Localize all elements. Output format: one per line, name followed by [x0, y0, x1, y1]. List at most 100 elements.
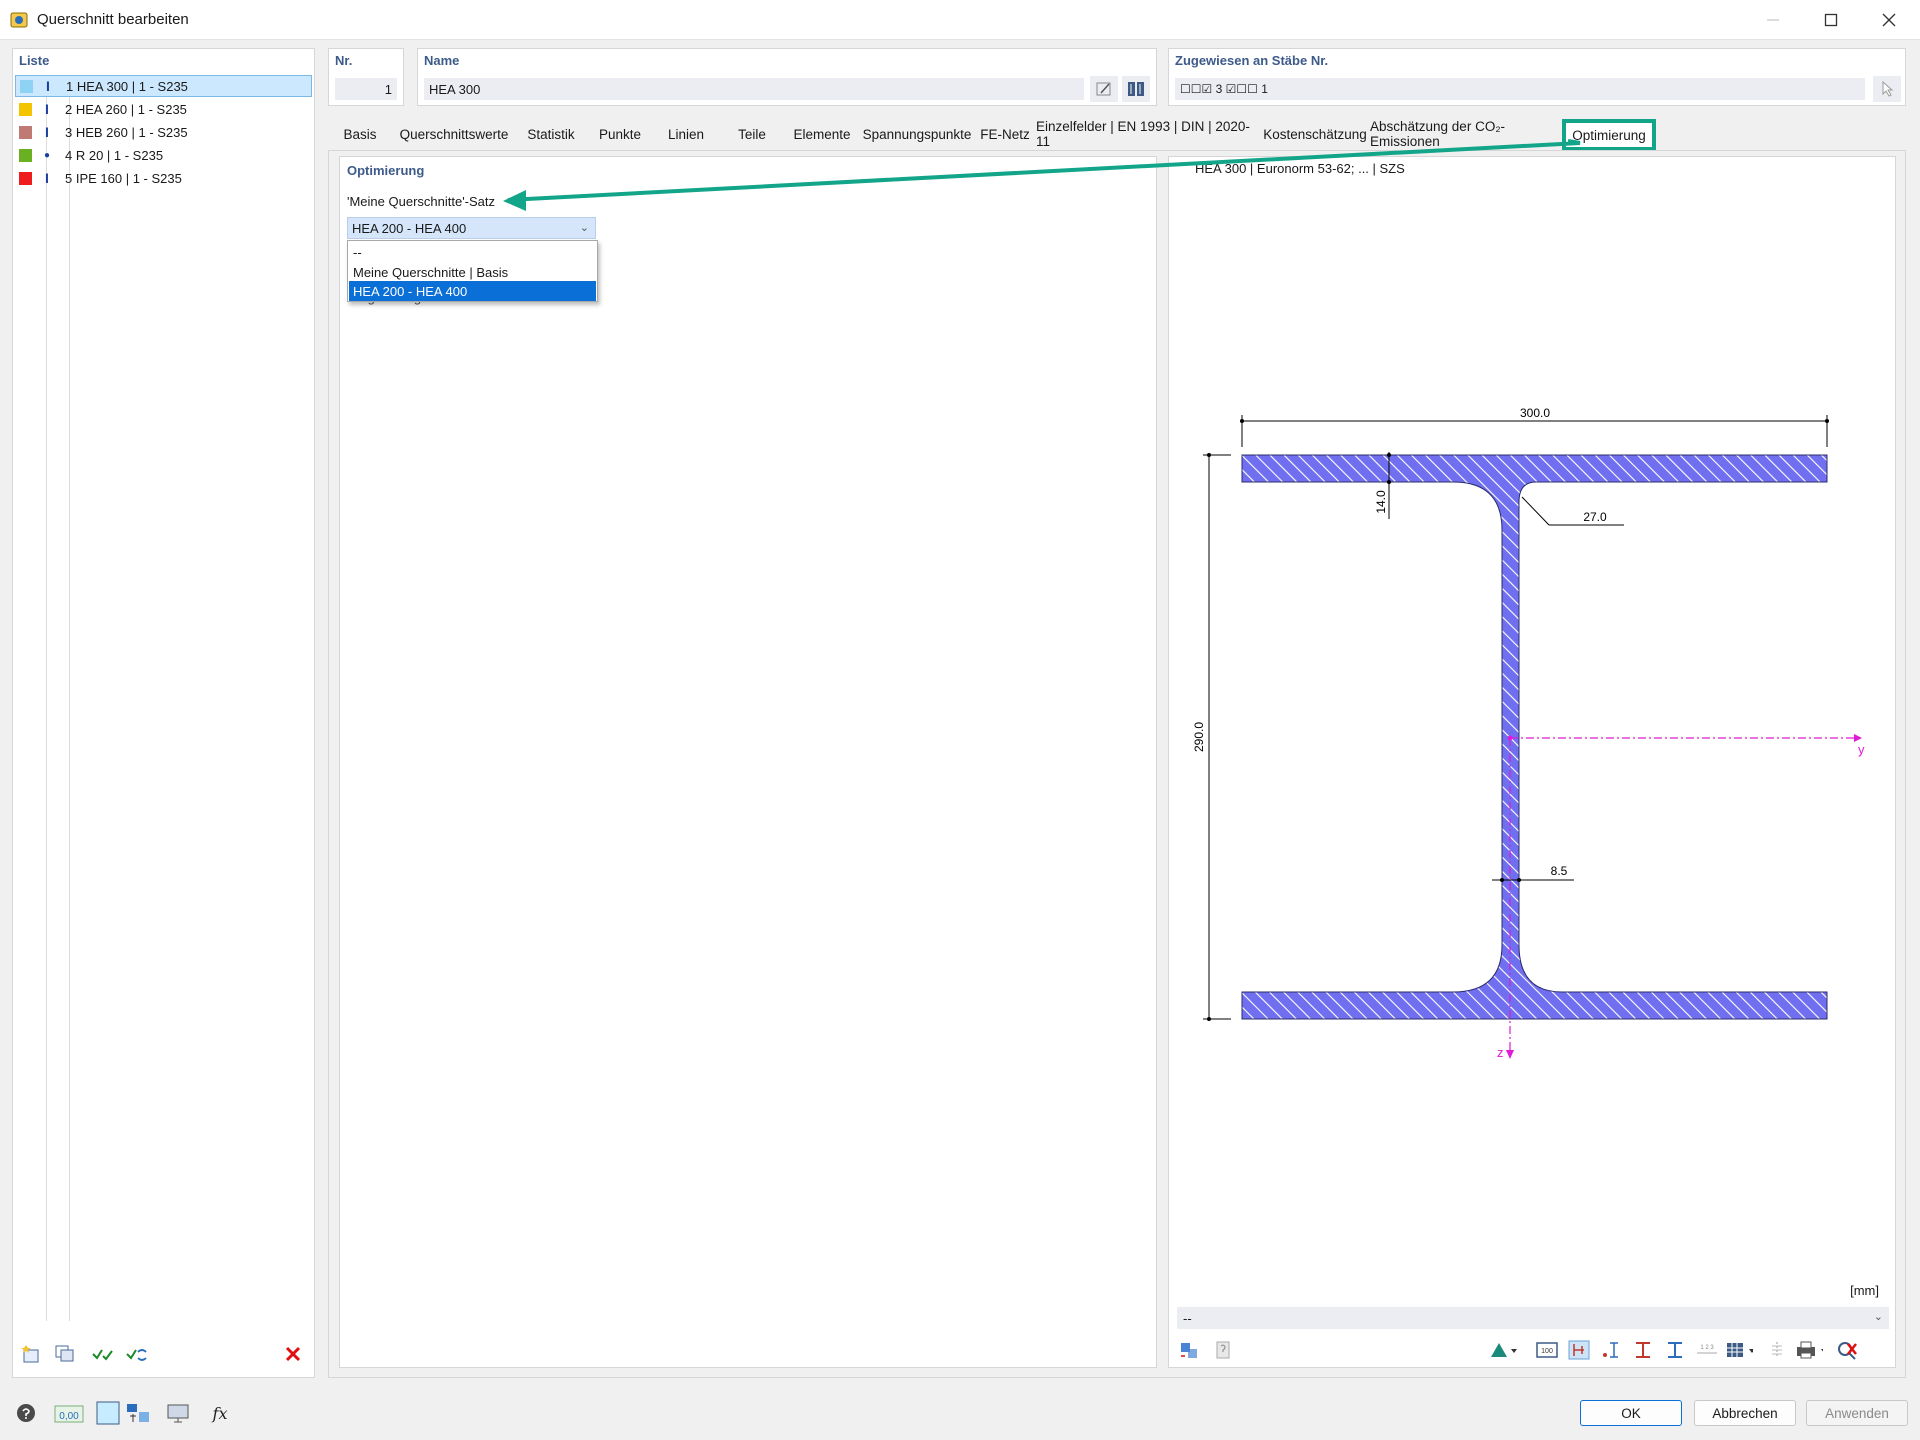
- show-stress-points-button[interactable]: [1597, 1337, 1625, 1363]
- section-set-combobox[interactable]: HEA 200 - HEA 400 ⌄: [347, 217, 596, 239]
- app-icon: [10, 12, 28, 28]
- svg-text:100: 100: [1541, 1348, 1553, 1355]
- assigned-members-group: Zugewiesen an Stäbe Nr. ☐☐☑ 3 ☑☐☐ 1: [1168, 48, 1906, 106]
- y-axis-arrow-icon: [1854, 734, 1862, 742]
- display-button[interactable]: [164, 1400, 192, 1426]
- dropdown-option-selected[interactable]: HEA 200 - HEA 400: [349, 281, 596, 301]
- number-field-group: Nr. 1: [328, 48, 404, 106]
- minimize-button[interactable]: [1744, 0, 1802, 40]
- tab-basis[interactable]: Basis: [328, 118, 392, 150]
- library-button[interactable]: [1122, 76, 1150, 102]
- list-item-label: 5 IPE 160 | 1 - S235: [65, 170, 182, 186]
- monitor-icon: [167, 1404, 189, 1423]
- reset-view-button[interactable]: [1833, 1337, 1861, 1363]
- units-button[interactable]: 0,00: [54, 1400, 84, 1426]
- svg-text:1 2 3: 1 2 3: [1700, 1345, 1714, 1351]
- unit-label: [mm]: [1850, 1283, 1879, 1298]
- copy-section-button[interactable]: [51, 1341, 79, 1367]
- list-label: Liste: [19, 53, 50, 68]
- printer-icon: [1797, 1341, 1823, 1359]
- close-icon: [1882, 13, 1896, 27]
- show-section-blue-button[interactable]: [1661, 1337, 1689, 1363]
- preview-options-select[interactable]: -- ⌄: [1177, 1307, 1889, 1329]
- axes-icon: [1772, 1342, 1782, 1358]
- web-thickness-dimension: 8.5: [1551, 864, 1568, 878]
- list-item[interactable]: I 5 IPE 160 | 1 - S235: [15, 167, 312, 189]
- number-field[interactable]: 1: [335, 78, 397, 100]
- ok-button[interactable]: OK: [1580, 1400, 1682, 1426]
- assigned-label: Zugewiesen an Stäbe Nr.: [1175, 53, 1329, 68]
- svg-text:fx: fx: [212, 1404, 228, 1423]
- show-section-red-button[interactable]: [1629, 1337, 1657, 1363]
- flange-thickness-dimension: 14.0: [1374, 490, 1388, 514]
- tab-linien[interactable]: Linien: [654, 118, 718, 150]
- tab-statistik[interactable]: Statistik: [516, 118, 586, 150]
- dropdown-option[interactable]: --: [349, 242, 596, 262]
- preview-select-value: --: [1183, 1310, 1192, 1326]
- section-view-button[interactable]: [124, 1400, 152, 1426]
- list-item[interactable]: ● 4 R 20 | 1 - S235: [15, 144, 312, 166]
- pick-members-button[interactable]: [1873, 76, 1901, 102]
- color-button[interactable]: [94, 1400, 122, 1426]
- uncheck-all-button[interactable]: [123, 1341, 151, 1367]
- copy-icon: [55, 1345, 74, 1362]
- tab-einzelfelder[interactable]: Einzelfelder | EN 1993 | DIN | 2020-11: [1036, 118, 1260, 150]
- section-view-icon: [127, 1404, 149, 1422]
- preview-sync-button[interactable]: [1175, 1337, 1203, 1363]
- check-toggle-icon: [126, 1349, 147, 1361]
- tab-bar: Basis Querschnittswerte Statistik Punkte…: [328, 118, 1906, 152]
- tab-spannungspunkte[interactable]: Spannungspunkte: [860, 118, 974, 150]
- tab-fe-netz[interactable]: FE-Netz: [976, 118, 1034, 150]
- tree-guide: [46, 85, 47, 1321]
- new-section-button[interactable]: [17, 1341, 45, 1367]
- list-item[interactable]: I 1 HEA 300 | 1 - S235: [15, 75, 312, 97]
- z-axis-arrow-icon: [1506, 1050, 1514, 1059]
- maximize-button[interactable]: [1802, 0, 1860, 40]
- render-mode-button[interactable]: [1489, 1337, 1517, 1363]
- close-button[interactable]: [1860, 0, 1918, 40]
- i-section-icon: [1668, 1342, 1682, 1358]
- dimension-icon: [1568, 1340, 1590, 1360]
- tab-optimierung[interactable]: Optimierung: [1562, 119, 1656, 151]
- color-swatch: [19, 171, 32, 185]
- help-button[interactable]: [12, 1400, 40, 1426]
- section-set-label: 'Meine Querschnitte'-Satz: [347, 194, 496, 209]
- decimal-units-icon: 0,00: [54, 1405, 84, 1423]
- list-item[interactable]: I 2 HEA 260 | 1 - S235: [15, 98, 312, 120]
- tab-punkte[interactable]: Punkte: [588, 118, 652, 150]
- optimization-heading: Optimierung: [347, 163, 425, 178]
- list-item[interactable]: I 3 HEB 260 | 1 - S235: [15, 121, 312, 143]
- tab-teile[interactable]: Teile: [720, 118, 784, 150]
- assigned-members-field[interactable]: ☐☐☑ 3 ☑☐☐ 1: [1175, 78, 1865, 100]
- zoom-100-button[interactable]: 100: [1533, 1337, 1561, 1363]
- svg-text:0,00: 0,00: [59, 1411, 79, 1422]
- color-swatch: [19, 148, 32, 162]
- show-dimensions-button[interactable]: [1565, 1337, 1593, 1363]
- axes-button[interactable]: [1763, 1337, 1791, 1363]
- tab-kostenschaetzung[interactable]: Kostenschätzung: [1262, 118, 1368, 150]
- edit-name-button[interactable]: [1090, 76, 1118, 102]
- delete-section-button[interactable]: [279, 1341, 307, 1367]
- cancel-button[interactable]: Abbrechen: [1694, 1400, 1796, 1426]
- tab-elemente[interactable]: Elemente: [786, 118, 858, 150]
- height-dimension: 290.0: [1192, 722, 1206, 752]
- dropdown-option[interactable]: Meine Querschnitte | Basis: [349, 262, 596, 282]
- combobox-value: HEA 200 - HEA 400: [352, 220, 467, 236]
- apply-button[interactable]: Anwenden: [1806, 1400, 1908, 1426]
- cursor-select-icon: [1882, 80, 1894, 97]
- print-button[interactable]: [1795, 1337, 1823, 1363]
- delete-icon: [285, 1346, 301, 1362]
- check-all-button[interactable]: [89, 1341, 117, 1367]
- i-section-icon: [1636, 1342, 1650, 1358]
- library-book-icon: [1128, 82, 1144, 96]
- round-bar-icon: ●: [43, 149, 51, 161]
- tab-co2-emissionen[interactable]: Abschätzung der CO₂-Emissionen: [1370, 118, 1572, 150]
- formula-button[interactable]: fx: [206, 1400, 234, 1426]
- optimization-panel: Optimierung 'Meine Querschnitte'-Satz Re…: [339, 156, 1157, 1368]
- show-numbering-button[interactable]: 1 2 3: [1693, 1337, 1721, 1363]
- preview-help-button[interactable]: [1209, 1337, 1237, 1363]
- tab-querschnittswerte[interactable]: Querschnittswerte: [394, 118, 514, 150]
- name-field[interactable]: HEA 300: [424, 78, 1084, 100]
- grid-options-button[interactable]: [1725, 1337, 1753, 1363]
- info-panel-icon: [1216, 1341, 1230, 1359]
